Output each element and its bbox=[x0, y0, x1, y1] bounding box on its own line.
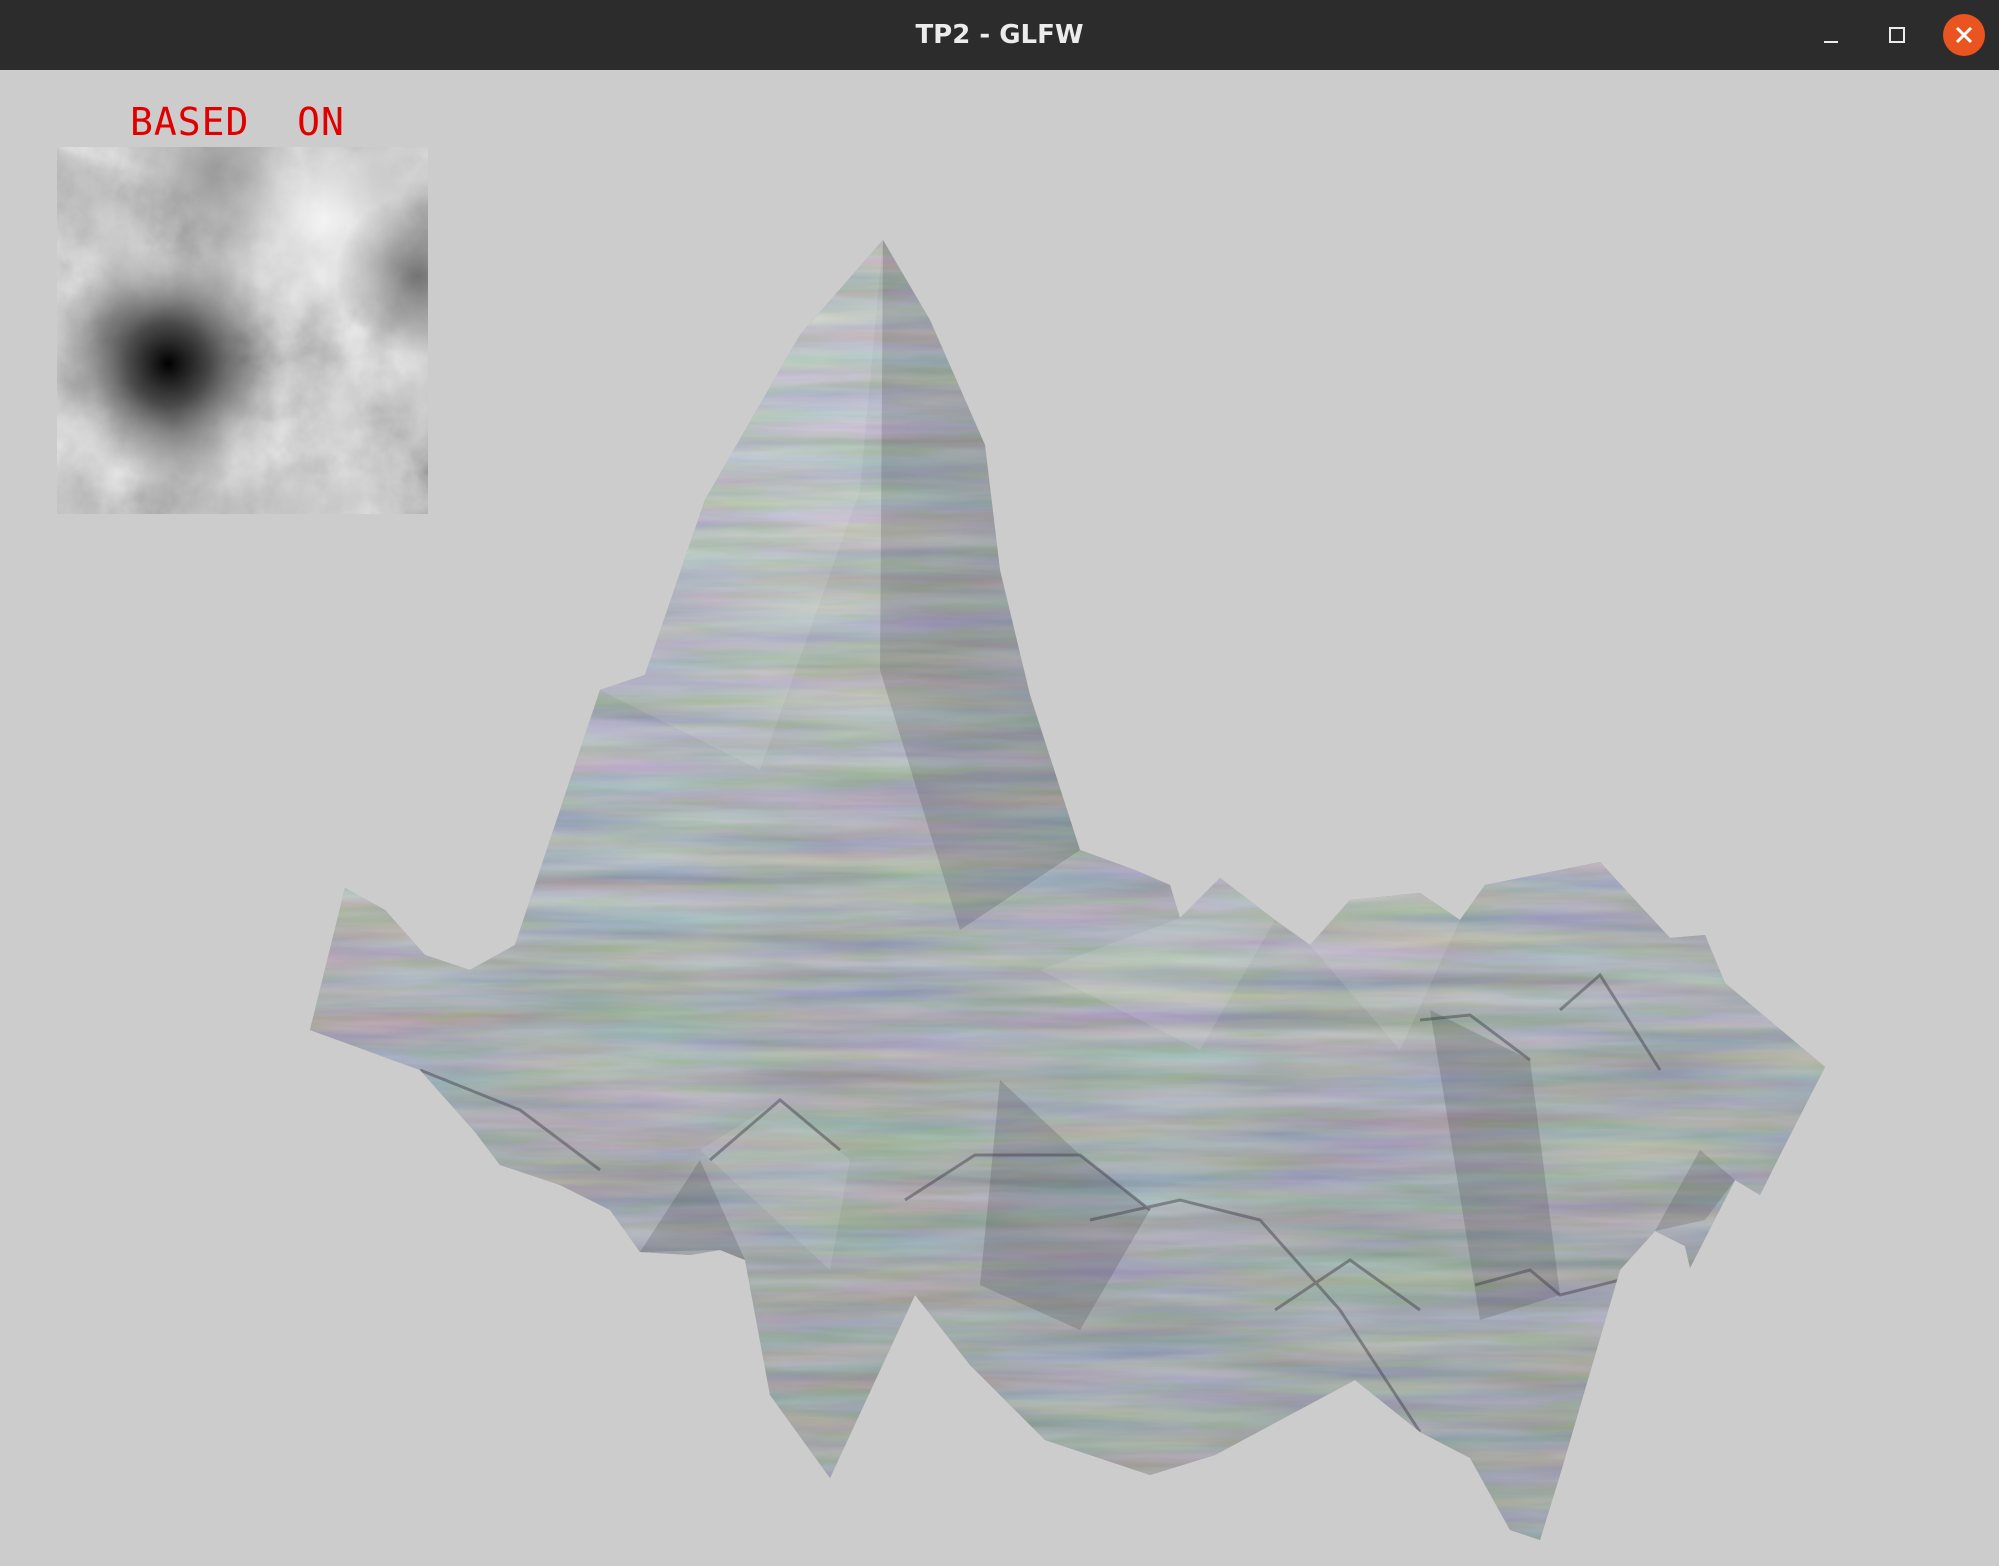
minimize-icon bbox=[1824, 41, 1838, 43]
terrain-mesh bbox=[310, 240, 1825, 1540]
close-button[interactable] bbox=[1943, 14, 1985, 56]
terrain-surface bbox=[310, 240, 1825, 1540]
minimize-button[interactable] bbox=[1810, 14, 1852, 56]
maximize-button[interactable] bbox=[1876, 14, 1918, 56]
close-icon bbox=[1955, 26, 1973, 44]
window-title: TP2 - GLFW bbox=[915, 20, 1084, 50]
gl-viewport[interactable]: BASED ON bbox=[0, 70, 1999, 1566]
title-bar[interactable]: TP2 - GLFW bbox=[0, 0, 1999, 71]
maximize-icon bbox=[1889, 27, 1905, 43]
app-window: TP2 - GLFW BASED ON bbox=[0, 0, 1999, 1566]
